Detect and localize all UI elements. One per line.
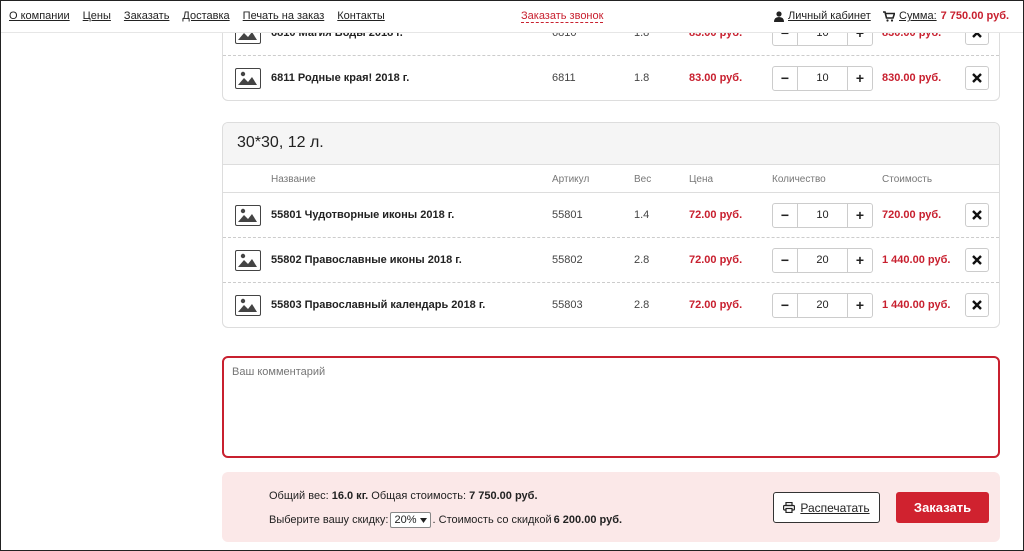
table-row: 55803 Православный календарь 2018 г. 558… — [223, 283, 999, 327]
printer-icon — [783, 502, 796, 513]
qty-increase-button[interactable]: + — [848, 294, 872, 317]
print-label: Распечатать — [800, 500, 870, 515]
cart-amount: 7 750.00 руб. — [940, 10, 1010, 22]
quantity-stepper: − 20 + — [772, 293, 873, 318]
close-icon — [972, 210, 982, 220]
product-price: 72.00 руб. — [689, 254, 743, 266]
table-row: 55802 Православные иконы 2018 г. 55802 2… — [223, 238, 999, 283]
callback-link[interactable]: Заказать звонок — [521, 10, 604, 23]
cart-icon — [883, 10, 895, 22]
image-placeholder-icon — [235, 205, 261, 226]
product-total: 1 440.00 руб. — [882, 254, 951, 266]
qty-decrease-button[interactable]: − — [773, 204, 797, 227]
discounted-value: 6 200.00 руб. — [553, 514, 623, 526]
total-cost-value: 7 750.00 руб. — [469, 490, 538, 502]
remove-item-button[interactable] — [965, 203, 989, 227]
top-nav: О компании Цены Заказать Доставка Печать… — [9, 10, 385, 22]
total-weight-value: 16.0 кг. — [331, 490, 369, 502]
product-weight: 2.8 — [634, 299, 650, 311]
col-qty: Количество — [772, 174, 826, 185]
discount-select[interactable]: 20% — [390, 512, 431, 528]
close-icon — [972, 300, 982, 310]
product-article: 55803 — [552, 299, 583, 311]
account-label: Личный кабинет — [788, 10, 871, 22]
order-summary: Общий вес: 16.0 кг. Общая стоимость: 7 7… — [222, 472, 1000, 542]
product-weight: 2.8 — [634, 254, 650, 266]
total-weight-label: Общий вес: — [269, 490, 329, 502]
product-price: 72.00 руб. — [689, 299, 743, 311]
qty-input[interactable]: 20 — [797, 294, 848, 317]
product-total: 830.00 руб. — [882, 72, 942, 84]
product-price: 72.00 руб. — [689, 209, 743, 221]
summary-discount: Выберите вашу скидку: 20% . Стоимость со… — [269, 512, 622, 528]
product-group-card: 30*30, 12 л. Название Артикул Вес Цена К… — [222, 122, 1000, 328]
quantity-stepper: − 20 + — [772, 248, 873, 273]
nav-delivery[interactable]: Доставка — [182, 10, 229, 22]
product-price: 83.00 руб. — [689, 72, 743, 84]
table-header: Название Артикул Вес Цена Количество Сто… — [223, 165, 999, 193]
col-total: Стоимость — [882, 174, 933, 185]
image-placeholder-icon — [235, 250, 261, 271]
product-weight: 1.8 — [634, 72, 650, 84]
col-article: Артикул — [552, 174, 590, 185]
quantity-stepper: − 10 + — [772, 203, 873, 228]
qty-increase-button[interactable]: + — [848, 249, 872, 272]
qty-increase-button[interactable]: + — [848, 204, 872, 227]
close-icon — [972, 255, 982, 265]
product-name[interactable]: 55803 Православный календарь 2018 г. — [271, 299, 485, 311]
user-icon — [774, 10, 784, 22]
product-article: 55801 — [552, 209, 583, 221]
nav-order[interactable]: Заказать — [124, 10, 170, 22]
product-article: 6811 — [552, 72, 576, 84]
close-icon — [972, 73, 982, 83]
product-weight: 1.4 — [634, 209, 650, 221]
account-link[interactable]: Личный кабинет — [774, 10, 871, 22]
nav-about[interactable]: О компании — [9, 10, 70, 22]
qty-input[interactable]: 10 — [797, 67, 848, 90]
qty-input[interactable]: 20 — [797, 249, 848, 272]
nav-prices[interactable]: Цены — [83, 10, 111, 22]
product-article: 55802 — [552, 254, 583, 266]
order-button[interactable]: Заказать — [896, 492, 989, 523]
discount-value: 20% — [394, 514, 417, 526]
summary-totals: Общий вес: 16.0 кг. Общая стоимость: 7 7… — [269, 490, 538, 502]
print-button[interactable]: Распечатать — [773, 492, 880, 523]
qty-increase-button[interactable]: + — [848, 67, 872, 90]
image-placeholder-icon — [235, 68, 261, 89]
table-row: 55801 Чудотворные иконы 2018 г. 55801 1.… — [223, 193, 999, 238]
col-price: Цена — [689, 174, 714, 185]
nav-contacts[interactable]: Контакты — [337, 10, 385, 22]
product-total: 1 440.00 руб. — [882, 299, 951, 311]
product-total: 720.00 руб. — [882, 209, 942, 221]
remove-item-button[interactable] — [965, 248, 989, 272]
remove-item-button[interactable] — [965, 293, 989, 317]
quantity-stepper: − 10 + — [772, 66, 873, 91]
cart-summary[interactable]: Сумма: 7 750.00 руб. — [883, 10, 1009, 22]
product-name[interactable]: 6811 Родные края! 2018 г. — [271, 72, 409, 84]
col-weight: Вес — [634, 174, 652, 185]
discount-label: Выберите вашу скидку: — [269, 514, 389, 526]
qty-decrease-button[interactable]: − — [773, 249, 797, 272]
total-cost-label: Общая стоимость: — [371, 490, 467, 502]
product-name[interactable]: 55802 Православные иконы 2018 г. — [271, 254, 462, 266]
table-row: 6811 Родные края! 2018 г. 6811 1.8 83.00… — [223, 56, 999, 100]
remove-item-button[interactable] — [965, 66, 989, 90]
top-bar: О компании Цены Заказать Доставка Печать… — [1, 1, 1023, 33]
col-name: Название — [271, 174, 316, 185]
nav-print-on-demand[interactable]: Печать на заказ — [243, 10, 325, 22]
qty-input[interactable]: 10 — [797, 204, 848, 227]
qty-decrease-button[interactable]: − — [773, 294, 797, 317]
product-name[interactable]: 55801 Чудотворные иконы 2018 г. — [271, 209, 454, 221]
comment-textarea[interactable] — [222, 356, 1000, 458]
discounted-label: . Стоимость со скидкой — [432, 514, 552, 526]
image-placeholder-icon — [235, 295, 261, 316]
group-title: 30*30, 12 л. — [223, 123, 999, 165]
cart-label: Сумма: — [899, 10, 937, 22]
chevron-down-icon — [419, 517, 427, 523]
qty-decrease-button[interactable]: − — [773, 67, 797, 90]
